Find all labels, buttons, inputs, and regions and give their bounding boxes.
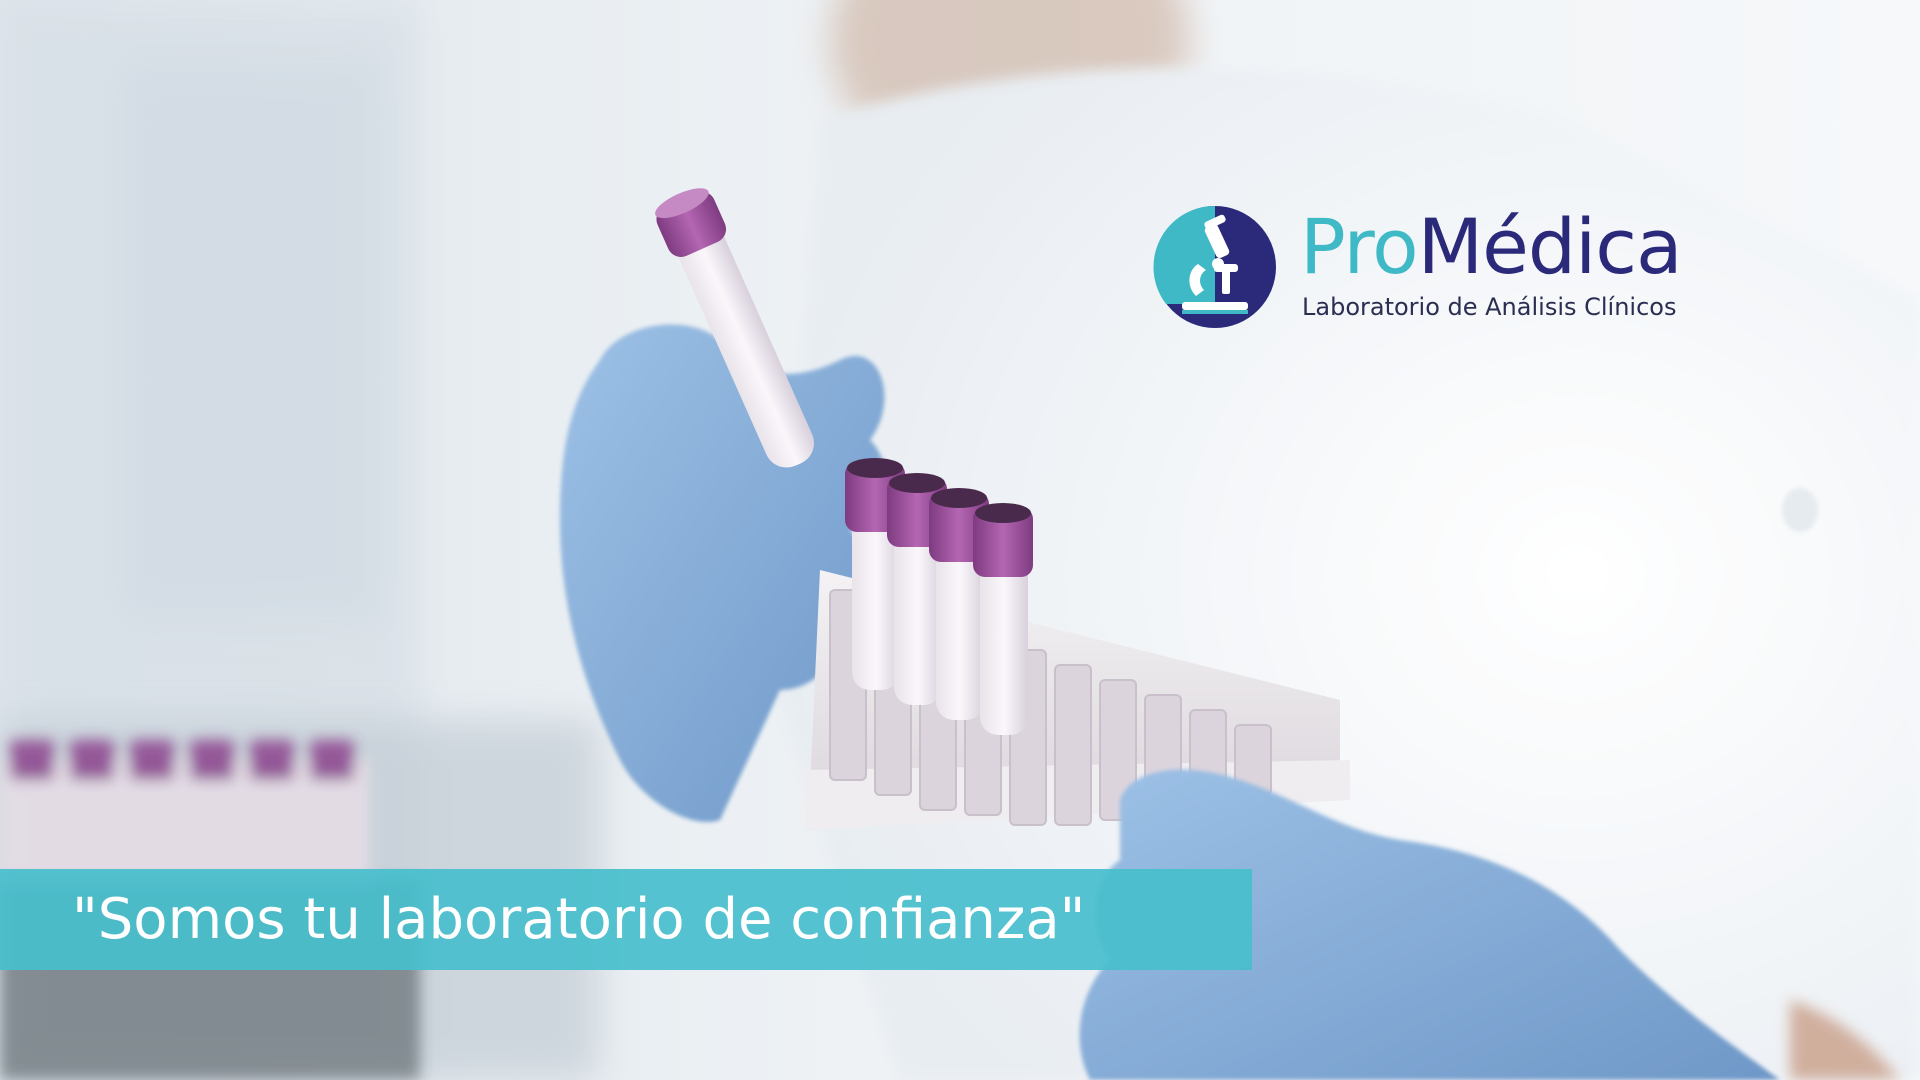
- brand-tagline: Laboratorio de Análisis Clínicos: [1302, 293, 1677, 321]
- quote-text: "Somos tu laboratorio de confianza": [72, 887, 1086, 952]
- brand-name: ProMédica: [1300, 202, 1683, 291]
- microscope-icon: [1153, 205, 1276, 328]
- brand-name-pro: Pro: [1300, 202, 1419, 291]
- quote-banner: "Somos tu laboratorio de confianza": [0, 869, 1252, 970]
- brand-name-medica: Médica: [1417, 202, 1683, 291]
- hero-image: ProMédica Laboratorio de Análisis Clínic…: [0, 0, 1920, 1080]
- brand-logo: ProMédica Laboratorio de Análisis Clínic…: [1152, 204, 1732, 334]
